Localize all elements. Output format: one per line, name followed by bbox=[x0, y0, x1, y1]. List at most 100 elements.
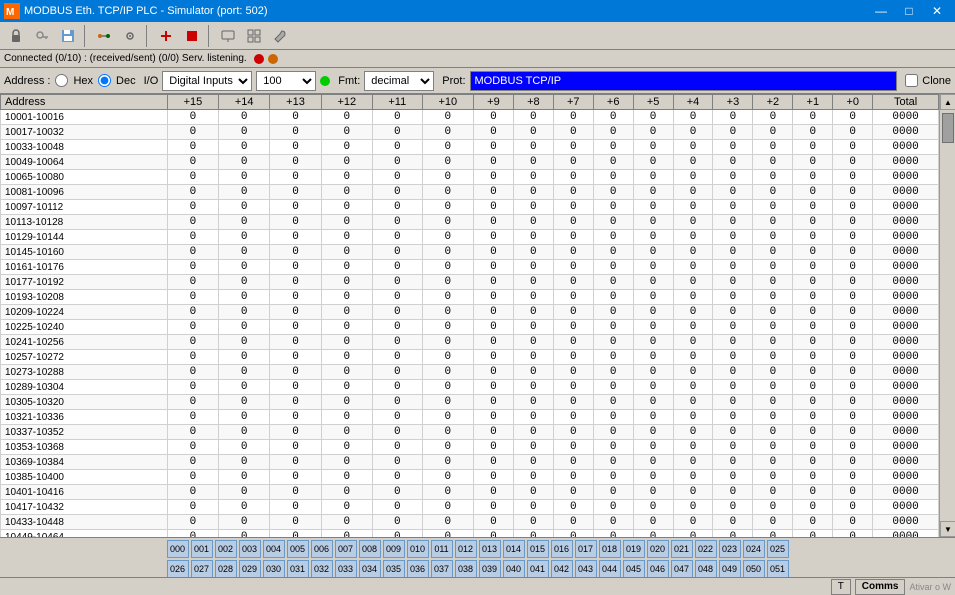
num-button[interactable]: 025 bbox=[767, 540, 789, 558]
scroll-down-button[interactable]: ▼ bbox=[940, 521, 955, 537]
table-row[interactable]: 10177-1019200000000000000000000 bbox=[1, 275, 939, 290]
cell-value[interactable]: 0 bbox=[673, 155, 713, 170]
fmt-select[interactable]: decimal bbox=[364, 71, 434, 91]
cell-value[interactable]: 0 bbox=[321, 410, 372, 425]
cell-value[interactable]: 0 bbox=[553, 470, 593, 485]
cell-value[interactable]: 0 bbox=[473, 260, 513, 275]
cell-value[interactable]: 0 bbox=[633, 425, 673, 440]
cell-value[interactable]: 0 bbox=[793, 200, 833, 215]
num-button[interactable]: 016 bbox=[551, 540, 573, 558]
cell-value[interactable]: 0 bbox=[513, 170, 553, 185]
table-row[interactable]: 10161-1017600000000000000000000 bbox=[1, 260, 939, 275]
cell-value[interactable]: 0 bbox=[372, 125, 422, 140]
table-row[interactable]: 10129-1014400000000000000000000 bbox=[1, 230, 939, 245]
cell-value[interactable]: 0 bbox=[633, 305, 673, 320]
cell-value[interactable]: 0 bbox=[473, 440, 513, 455]
cell-value[interactable]: 0 bbox=[753, 425, 793, 440]
cell-value[interactable]: 0 bbox=[833, 440, 873, 455]
dec-radio[interactable] bbox=[98, 74, 111, 87]
cell-value[interactable]: 0 bbox=[553, 185, 593, 200]
cell-value[interactable]: 0 bbox=[513, 470, 553, 485]
cell-address[interactable]: 10321-10336 bbox=[1, 410, 168, 425]
cell-value[interactable]: 0 bbox=[219, 110, 270, 125]
cell-value[interactable]: 0 bbox=[793, 140, 833, 155]
cell-value[interactable]: 0 bbox=[321, 365, 372, 380]
cell-value[interactable]: 0 bbox=[167, 200, 218, 215]
num-button[interactable]: 050 bbox=[743, 560, 765, 577]
cell-value[interactable]: 0 bbox=[473, 500, 513, 515]
cell-value[interactable]: 0 bbox=[270, 470, 321, 485]
table-row[interactable]: 10305-1032000000000000000000000 bbox=[1, 395, 939, 410]
table-row[interactable]: 10417-1043200000000000000000000 bbox=[1, 500, 939, 515]
cell-value[interactable]: 0 bbox=[553, 275, 593, 290]
num-button[interactable]: 005 bbox=[287, 540, 309, 558]
cell-value[interactable]: 0 bbox=[833, 245, 873, 260]
cell-value[interactable]: 0 bbox=[422, 230, 473, 245]
cell-value[interactable]: 0 bbox=[593, 515, 633, 530]
cell-value[interactable]: 0 bbox=[167, 275, 218, 290]
cell-value[interactable]: 0 bbox=[167, 260, 218, 275]
cell-value[interactable]: 0 bbox=[673, 290, 713, 305]
cell-value[interactable]: 0 bbox=[372, 230, 422, 245]
cell-value[interactable]: 0 bbox=[673, 440, 713, 455]
cell-value[interactable]: 0 bbox=[513, 335, 553, 350]
table-row[interactable]: 10289-1030400000000000000000000 bbox=[1, 380, 939, 395]
cell-value[interactable]: 0 bbox=[372, 245, 422, 260]
cell-value[interactable]: 0 bbox=[321, 290, 372, 305]
cell-value[interactable]: 0 bbox=[321, 335, 372, 350]
num-button[interactable]: 011 bbox=[431, 540, 453, 558]
cell-value[interactable]: 0 bbox=[753, 410, 793, 425]
cell-value[interactable]: 0 bbox=[167, 455, 218, 470]
cell-value[interactable]: 0 bbox=[219, 455, 270, 470]
cell-value[interactable]: 0 bbox=[321, 500, 372, 515]
cell-value[interactable]: 0 bbox=[753, 455, 793, 470]
cell-value[interactable]: 0000 bbox=[873, 245, 939, 260]
cell-value[interactable]: 0000 bbox=[873, 350, 939, 365]
cell-value[interactable]: 0 bbox=[422, 470, 473, 485]
cell-address[interactable]: 10113-10128 bbox=[1, 215, 168, 230]
cell-value[interactable]: 0 bbox=[167, 140, 218, 155]
cell-value[interactable]: 0 bbox=[833, 425, 873, 440]
cell-value[interactable]: 0 bbox=[633, 365, 673, 380]
cell-value[interactable]: 0 bbox=[513, 185, 553, 200]
cell-value[interactable]: 0 bbox=[219, 200, 270, 215]
cell-value[interactable]: 0 bbox=[270, 395, 321, 410]
num-button[interactable]: 032 bbox=[311, 560, 333, 577]
cell-value[interactable]: 0 bbox=[553, 500, 593, 515]
cell-value[interactable]: 0 bbox=[753, 500, 793, 515]
num-button[interactable]: 046 bbox=[647, 560, 669, 577]
cell-value[interactable]: 0000 bbox=[873, 320, 939, 335]
cell-value[interactable]: 0 bbox=[553, 290, 593, 305]
cell-value[interactable]: 0 bbox=[673, 455, 713, 470]
cell-value[interactable]: 0 bbox=[270, 170, 321, 185]
num-button[interactable]: 042 bbox=[551, 560, 573, 577]
cell-value[interactable]: 0 bbox=[753, 110, 793, 125]
cell-value[interactable]: 0 bbox=[270, 440, 321, 455]
key-button[interactable] bbox=[30, 25, 54, 47]
cell-value[interactable]: 0000 bbox=[873, 110, 939, 125]
table-row[interactable]: 10401-1041600000000000000000000 bbox=[1, 485, 939, 500]
cell-value[interactable]: 0 bbox=[422, 410, 473, 425]
cell-value[interactable]: 0000 bbox=[873, 260, 939, 275]
cell-value[interactable]: 0 bbox=[713, 455, 753, 470]
prot-input[interactable] bbox=[470, 71, 898, 91]
cell-address[interactable]: 10033-10048 bbox=[1, 140, 168, 155]
cell-value[interactable]: 0 bbox=[422, 320, 473, 335]
cell-value[interactable]: 0 bbox=[372, 500, 422, 515]
cell-value[interactable]: 0 bbox=[713, 215, 753, 230]
num-button[interactable]: 033 bbox=[335, 560, 357, 577]
cell-value[interactable]: 0 bbox=[673, 110, 713, 125]
cell-value[interactable]: 0 bbox=[713, 410, 753, 425]
table-row[interactable]: 10353-1036800000000000000000000 bbox=[1, 440, 939, 455]
cell-address[interactable]: 10337-10352 bbox=[1, 425, 168, 440]
cell-address[interactable]: 10449-10464 bbox=[1, 530, 168, 538]
num-button[interactable]: 008 bbox=[359, 540, 381, 558]
cell-value[interactable]: 0 bbox=[633, 335, 673, 350]
num-button[interactable]: 043 bbox=[575, 560, 597, 577]
cell-value[interactable]: 0 bbox=[633, 185, 673, 200]
cell-value[interactable]: 0 bbox=[793, 125, 833, 140]
cell-value[interactable]: 0 bbox=[473, 200, 513, 215]
cell-value[interactable]: 0 bbox=[513, 440, 553, 455]
cell-value[interactable]: 0 bbox=[270, 320, 321, 335]
cell-value[interactable]: 0 bbox=[473, 110, 513, 125]
